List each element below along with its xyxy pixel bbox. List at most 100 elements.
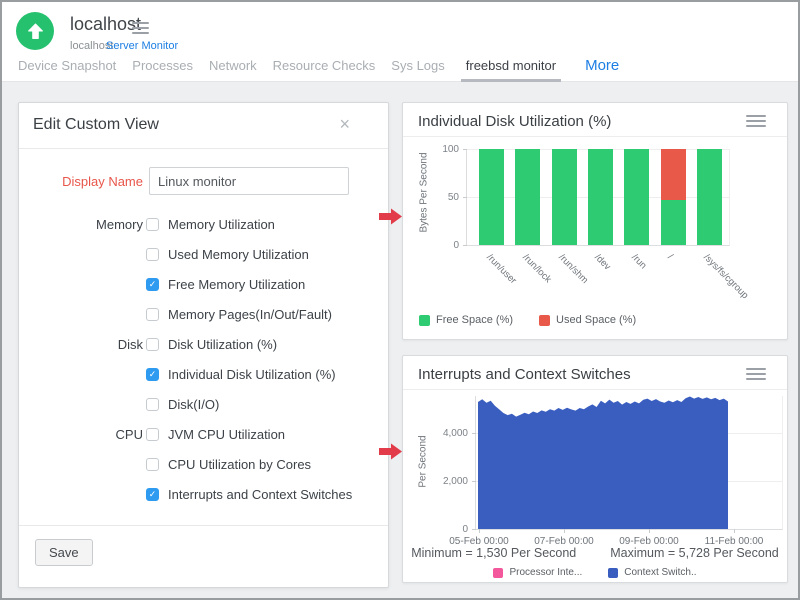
checkbox-row: CPU JVM CPU Utilization — [19, 419, 388, 449]
tab-device-snapshot[interactable]: Device Snapshot — [18, 54, 116, 82]
stacked-bar — [661, 149, 686, 245]
checkbox-unchecked[interactable] — [146, 458, 159, 471]
stacked-bar — [624, 149, 649, 245]
tab-freebsd-monitor[interactable]: freebsd monitor — [461, 54, 561, 82]
checkbox-label: Memory Pages(In/Out/Fault) — [168, 307, 332, 322]
stacked-bar — [588, 149, 613, 245]
checkbox-label: JVM CPU Utilization — [168, 427, 285, 442]
checkbox-label: Used Memory Utilization — [168, 247, 309, 262]
x-axis-label: /dev — [593, 252, 613, 272]
checkbox-row: Disk Disk Utilization (%) — [19, 329, 388, 359]
y-tick-label: 0 — [425, 240, 459, 251]
save-button[interactable]: Save — [35, 539, 93, 566]
chart-menu-hamburger-icon[interactable] — [746, 115, 766, 130]
legend-item[interactable]: Context Switch.. — [608, 567, 696, 578]
context-switches-area-series — [476, 396, 784, 529]
chart-title: Interrupts and Context Switches — [418, 366, 631, 383]
legend-swatch — [493, 568, 503, 578]
y-tick-mark — [463, 149, 467, 150]
bar-segment-free — [624, 149, 649, 245]
tab-network[interactable]: Network — [209, 54, 257, 82]
group-label: CPU — [19, 427, 143, 442]
dialog-title: Edit Custom View — [33, 116, 159, 134]
bar-segment-free — [661, 200, 686, 245]
page-title: localhost — [70, 14, 141, 35]
tab-sys-logs[interactable]: Sys Logs — [391, 54, 444, 82]
y-tick-label: 0 — [434, 524, 468, 535]
chart-menu-hamburger-icon[interactable] — [746, 368, 766, 383]
x-axis-label: /run/user — [484, 252, 518, 286]
legend-swatch — [608, 568, 618, 578]
y-tick-mark — [463, 197, 467, 198]
stacked-bar — [479, 149, 504, 245]
dialog-header: Edit Custom View × — [19, 103, 388, 149]
chart-legend: Processor Inte... Context Switch.. — [403, 567, 787, 578]
checkbox-checked[interactable]: ✓ — [146, 488, 159, 501]
legend-item[interactable]: Used Space (%) — [539, 314, 636, 326]
hamburger-icon[interactable] — [132, 22, 149, 34]
legend-item[interactable]: Free Space (%) — [419, 314, 513, 326]
tab-processes[interactable]: Processes — [132, 54, 193, 82]
y-tick-label: 2,000 — [434, 476, 468, 487]
app-window: localhost localhost Server Monitor Devic… — [0, 0, 800, 600]
checkbox-label: Individual Disk Utilization (%) — [168, 367, 336, 382]
nav-tabs: Device Snapshot Processes Network Resource … — [18, 54, 790, 82]
right-arrow-icon — [379, 208, 402, 225]
checkbox-unchecked[interactable] — [146, 218, 159, 231]
legend-label: Processor Inte... — [509, 567, 582, 578]
chart-title: Individual Disk Utilization (%) — [418, 113, 611, 130]
x-tick-mark — [479, 529, 480, 533]
checkbox-row: ✓ Interrupts and Context Switches — [19, 479, 388, 509]
min-max-annotations: Minimum = 1,530 Per Second Maximum = 5,7… — [403, 546, 787, 560]
checkbox-label: Disk Utilization (%) — [168, 337, 277, 352]
y-axis-label: Per Second — [418, 427, 429, 497]
y-tick-label: 50 — [425, 192, 459, 203]
stacked-bar — [515, 149, 540, 245]
checkbox-checked[interactable]: ✓ — [146, 368, 159, 381]
interrupts-context-switches-chart-card: Interrupts and Context Switches Per Seco… — [402, 355, 788, 583]
monitor-status-icon — [16, 12, 54, 50]
x-axis-label: /run/shm — [556, 252, 590, 286]
checkbox-unchecked[interactable] — [146, 398, 159, 411]
checkbox-label: Interrupts and Context Switches — [168, 487, 352, 502]
area-chart-plot: 02,0004,00005-Feb 00:0007-Feb 00:0009-Fe… — [475, 396, 783, 530]
stacked-bar — [552, 149, 577, 245]
bar-segment-free — [552, 149, 577, 245]
checkbox-unchecked[interactable] — [146, 338, 159, 351]
group-label: Disk — [19, 337, 143, 352]
bar-segment-used — [661, 149, 686, 200]
y-tick-label: 100 — [425, 144, 459, 155]
stacked-bar — [697, 149, 722, 245]
display-name-input[interactable] — [149, 167, 349, 195]
legend-swatch — [419, 315, 430, 326]
legend-label: Context Switch.. — [624, 567, 696, 578]
bar-segment-free — [515, 149, 540, 245]
checkbox-label: Memory Utilization — [168, 217, 275, 232]
display-name-label: Display Name — [19, 174, 143, 189]
legend-swatch — [539, 315, 550, 326]
breadcrumb-server-monitor-link[interactable]: Server Monitor — [106, 40, 178, 52]
minimum-annotation: Minimum = 1,530 Per Second — [411, 546, 576, 560]
legend-item[interactable]: Processor Inte... — [493, 567, 582, 578]
checkbox-checked[interactable]: ✓ — [146, 278, 159, 291]
tab-resource-checks[interactable]: Resource Checks — [273, 54, 376, 82]
x-tick-mark — [564, 529, 565, 533]
x-tick-mark — [734, 529, 735, 533]
checkbox-row: ✓ Individual Disk Utilization (%) — [19, 359, 388, 389]
checkbox-unchecked[interactable] — [146, 428, 159, 441]
edit-custom-view-dialog: Edit Custom View × Display Name Memory Me… — [18, 102, 389, 588]
page-header: localhost localhost Server Monitor Devic… — [2, 2, 798, 82]
group-label: Memory — [19, 217, 143, 232]
close-icon[interactable]: × — [339, 114, 350, 134]
chart-legend: Free Space (%) Used Space (%) — [419, 314, 636, 326]
bar-segment-free — [479, 149, 504, 245]
x-tick-mark — [649, 529, 650, 533]
checkbox-row: CPU Utilization by Cores — [19, 449, 388, 479]
legend-label: Used Space (%) — [556, 314, 636, 326]
x-axis-label: / — [665, 252, 675, 262]
checkbox-unchecked[interactable] — [146, 308, 159, 321]
tab-more[interactable]: More — [585, 54, 619, 82]
bar-chart-plot: 050100/run/user/run/lock/run/shm/dev/run… — [466, 149, 730, 246]
checkbox-unchecked[interactable] — [146, 248, 159, 261]
legend-label: Free Space (%) — [436, 314, 513, 326]
